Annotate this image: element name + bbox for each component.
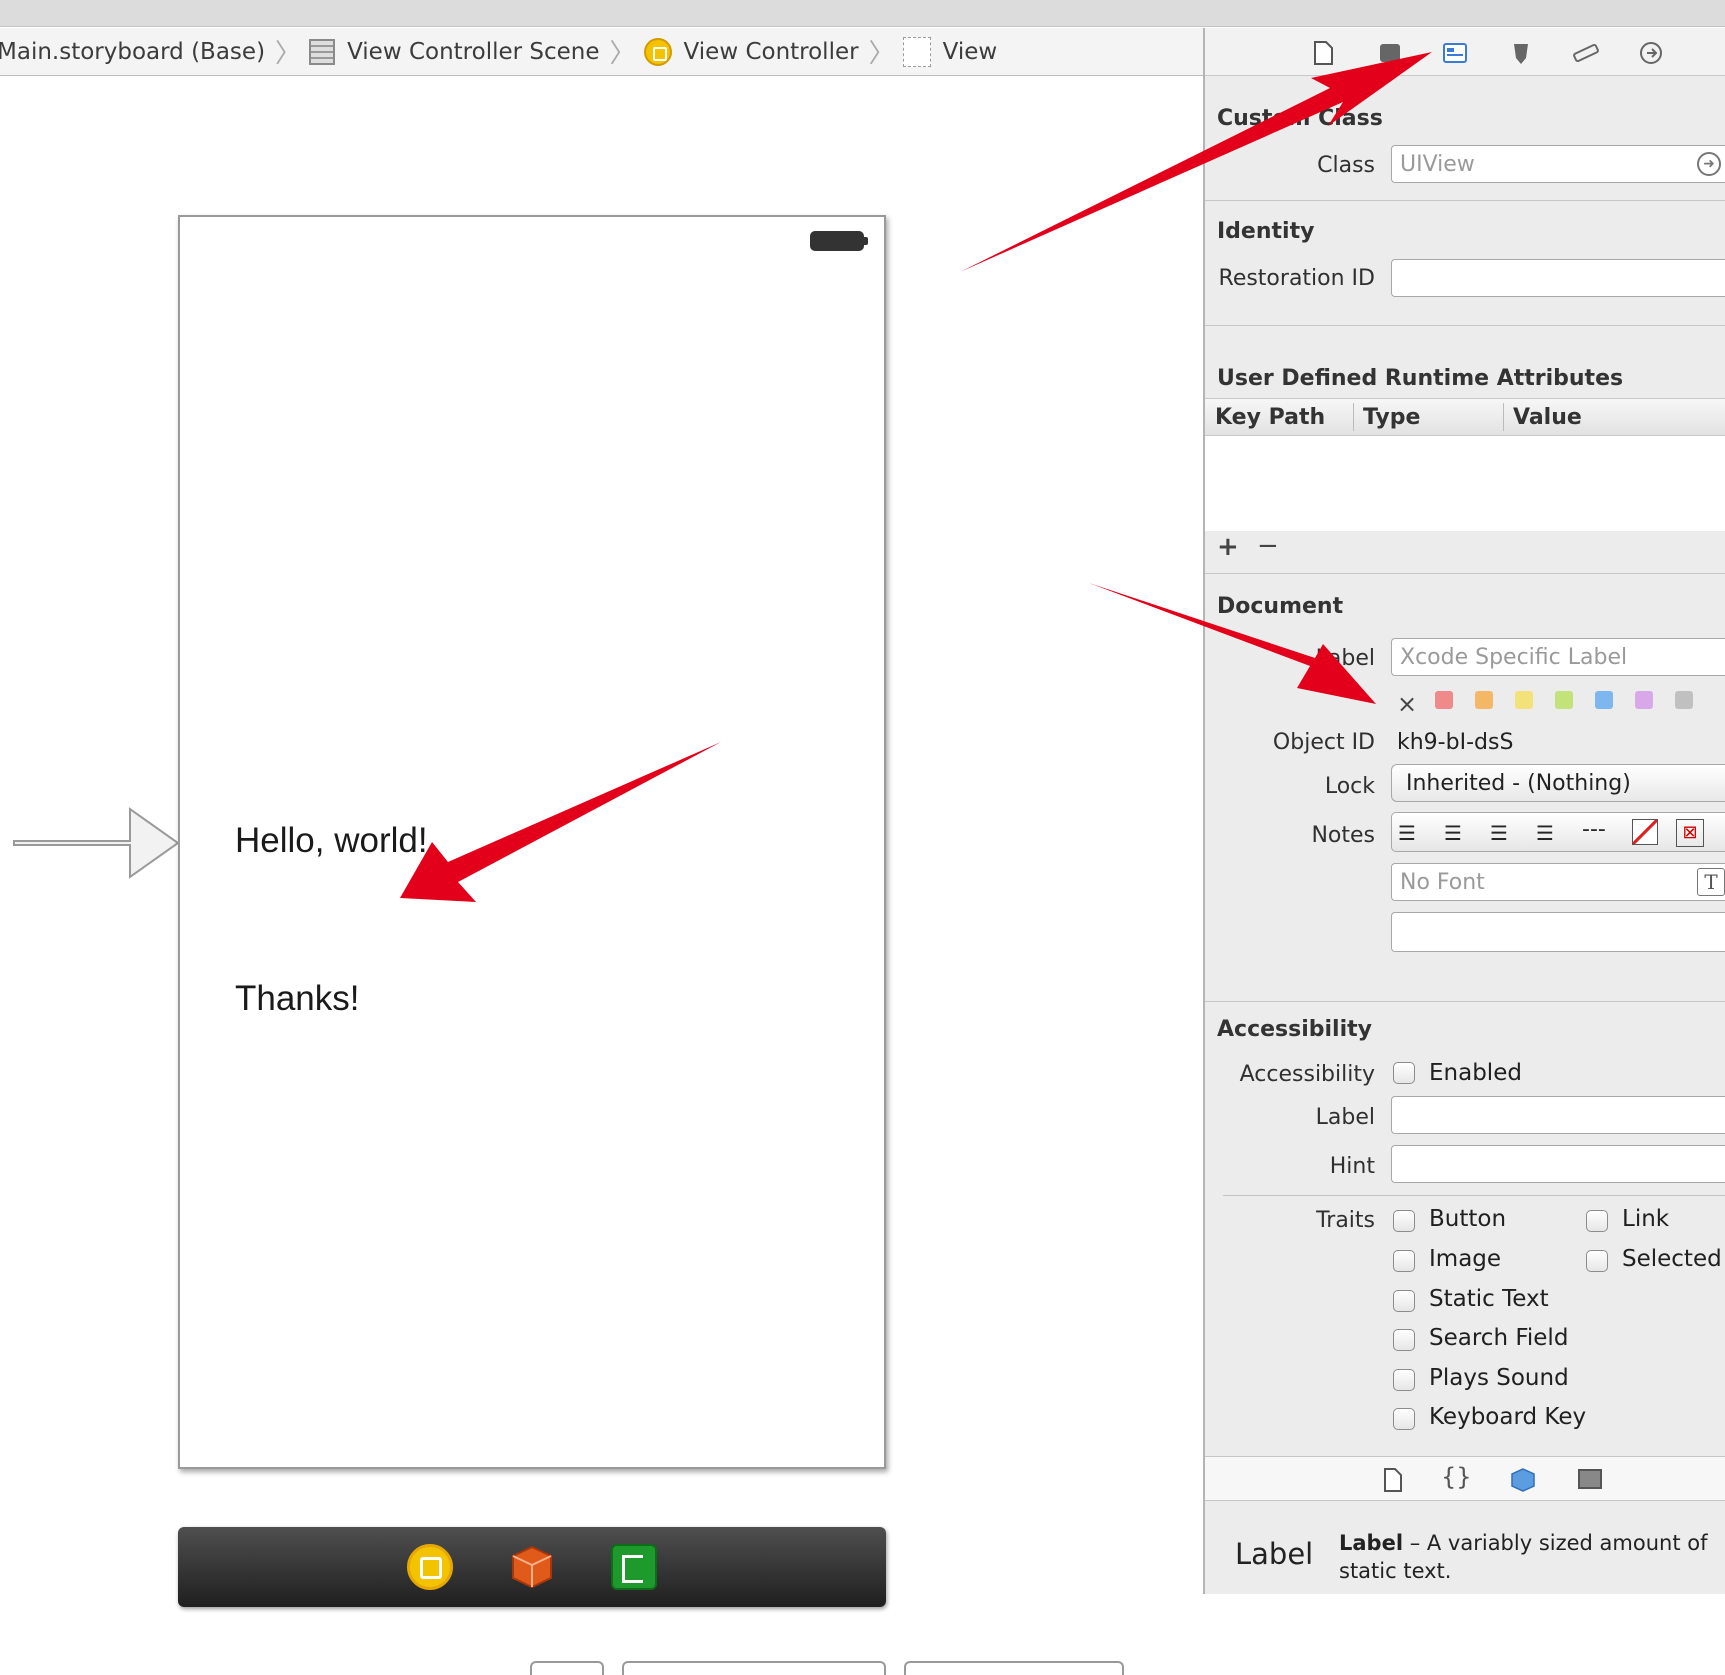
annotation-arrow-icon [1089,583,1376,704]
annotation-arrow-icon [960,52,1432,272]
resolve-controls[interactable] [904,1661,1124,1675]
annotation-arrow-icon [400,742,721,902]
canvas-bottom-controls [530,1661,1170,1675]
layout-controls[interactable] [622,1661,886,1675]
annotation-arrows [400,52,1432,902]
zoom-button[interactable] [530,1661,604,1675]
